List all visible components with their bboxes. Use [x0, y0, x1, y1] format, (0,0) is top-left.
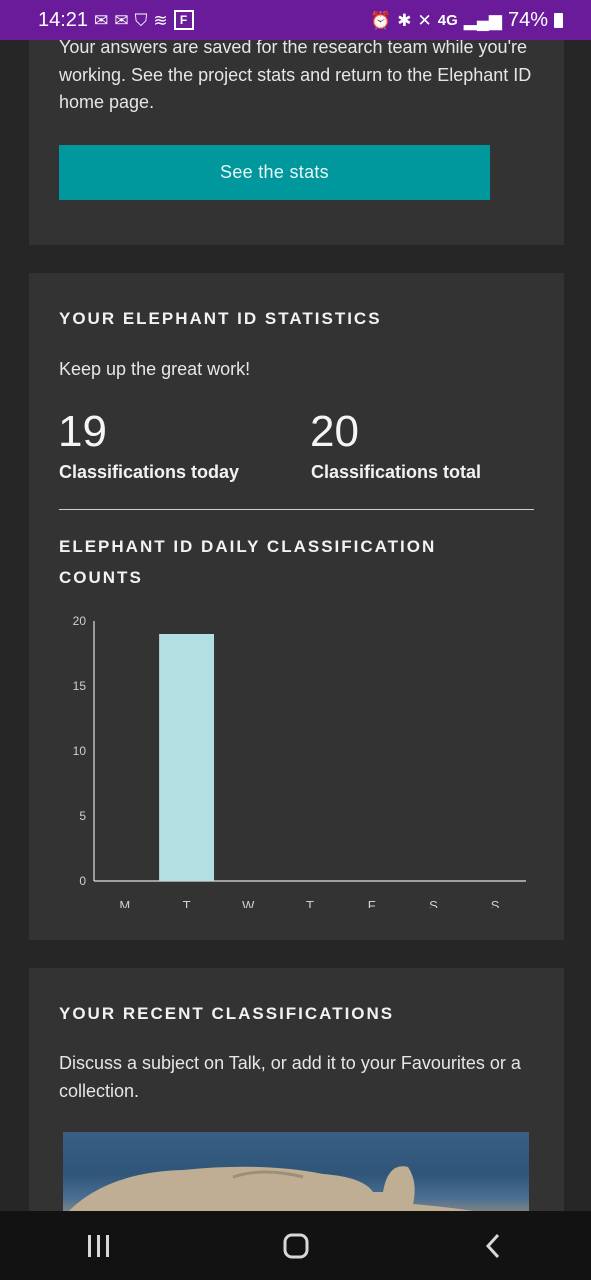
status-right: ⏰ ✱ ✕ 4G ▂▄▆ 74%: [370, 9, 563, 32]
mail-icon: ✉: [114, 10, 129, 30]
home-button[interactable]: [256, 1216, 336, 1276]
wifi-icon: ≋: [153, 10, 168, 30]
today-label: Classifications today: [59, 462, 240, 482]
y-tick-label: 5: [79, 809, 86, 823]
y-tick-label: 0: [79, 874, 86, 888]
x-tick-label: T: [183, 898, 191, 908]
battery-level: 74%: [507, 8, 548, 31]
status-left: 14:21 ✉ ✉ ⛉ ≋ F: [38, 9, 194, 32]
total-label: Classifications total: [311, 462, 482, 482]
encouragement-text: Keep up the great work!: [59, 359, 251, 379]
recent-text: Discuss a subject on Talk, or add it to …: [59, 1053, 521, 1101]
y-tick-label: 10: [73, 744, 87, 758]
y-tick-label: 20: [73, 614, 87, 628]
status-bar: 14:21 ✉ ✉ ⛉ ≋ F ⏰ ✱ ✕ 4G ▂▄▆ 74%: [0, 0, 591, 40]
mute-icon: ✕: [417, 10, 432, 30]
navigation-bar: [0, 1211, 591, 1280]
recents-icon: [87, 1234, 109, 1257]
intro-text: Your answers are saved for the research …: [59, 37, 532, 112]
recent-card: YOUR RECENT CLASSIFICATIONS Discuss a su…: [29, 968, 564, 1228]
network-type: 4G: [437, 11, 458, 29]
stats-heading: YOUR ELEPHANT ID STATISTICS: [59, 309, 382, 328]
x-tick-label: W: [242, 898, 255, 908]
app-notification-icon: F: [173, 10, 194, 30]
daily-counts-chart: 0 5 10 15 20 M T W T F S S: [73, 614, 526, 908]
x-tick-label: S: [491, 898, 500, 908]
bluetooth-icon: ✱: [397, 10, 412, 30]
mail-icon: ✉: [94, 10, 109, 30]
shield-icon: ⛉: [134, 10, 148, 30]
home-icon: [283, 1233, 308, 1258]
recents-button[interactable]: [59, 1216, 139, 1276]
total-count: 20: [310, 407, 359, 456]
alarm-icon: ⏰: [370, 10, 392, 30]
divider: [59, 509, 534, 510]
x-tick-label: M: [119, 898, 130, 908]
back-icon: [485, 1233, 499, 1258]
x-tick-label: S: [429, 898, 438, 908]
back-button[interactable]: [453, 1216, 533, 1276]
see-stats-button[interactable]: See the stats: [59, 145, 490, 200]
x-tick-label: F: [368, 898, 376, 908]
recent-heading: YOUR RECENT CLASSIFICATIONS: [59, 1004, 395, 1023]
today-count: 19: [58, 407, 107, 456]
x-tick-label: T: [306, 898, 314, 908]
signal-icon: ▂▄▆: [463, 10, 502, 30]
battery-icon: [554, 12, 563, 28]
clock: 14:21: [38, 8, 89, 31]
bar: [159, 634, 215, 881]
y-tick-label: 15: [73, 679, 87, 693]
chart-heading: ELEPHANT ID DAILY CLASSIFICATION COUNTS: [59, 537, 437, 587]
stats-card: YOUR ELEPHANT ID STATISTICS Keep up the …: [29, 273, 564, 940]
